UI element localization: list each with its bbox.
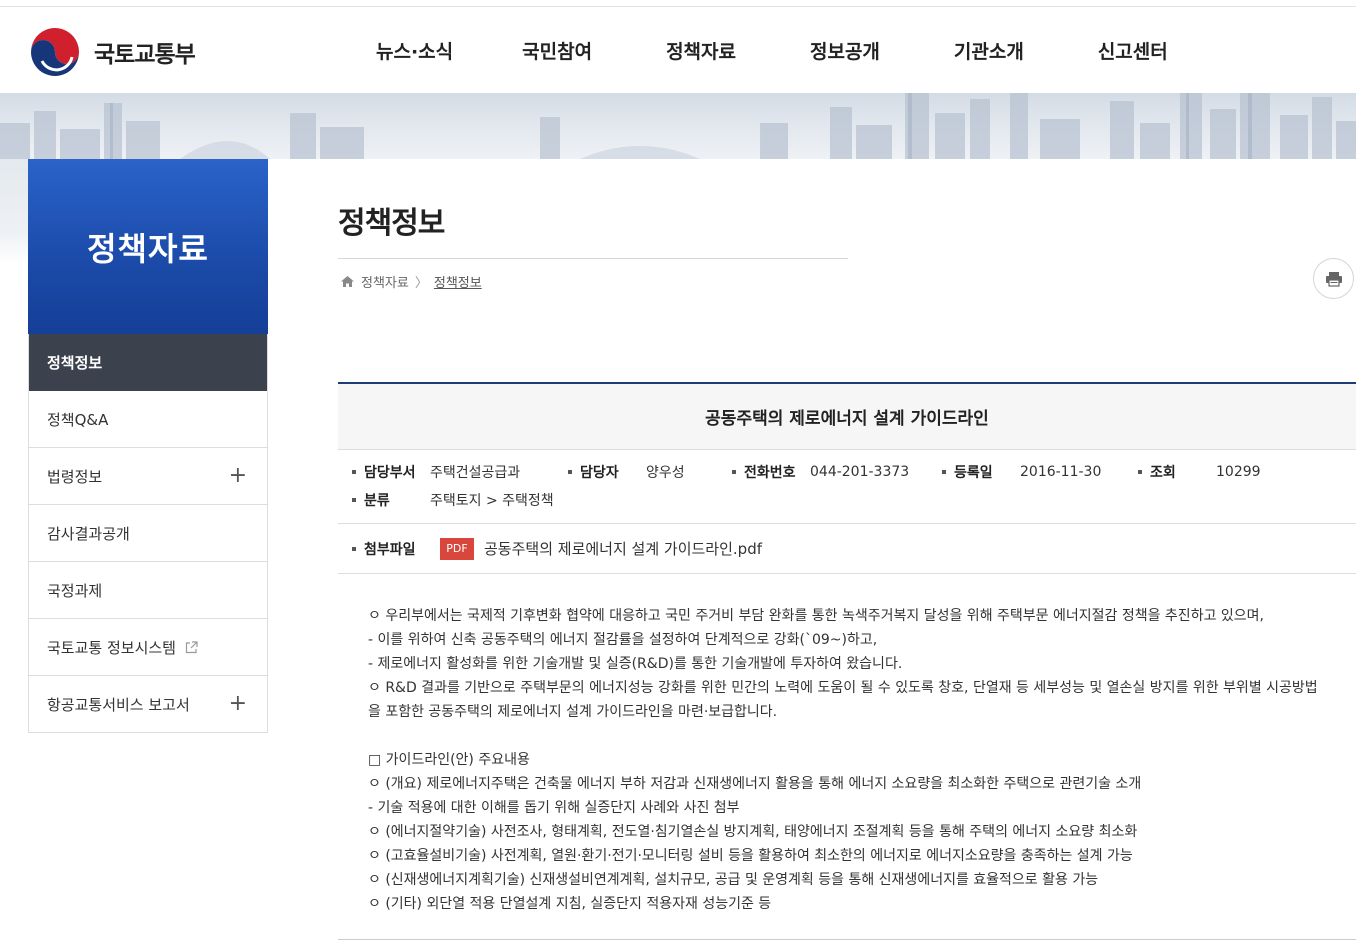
- sidebar-item-policy-info[interactable]: 정책정보: [29, 334, 267, 391]
- plus-icon[interactable]: +: [229, 693, 247, 715]
- pdf-icon: PDF: [440, 537, 474, 560]
- breadcrumb: 정책자료 〉 정책정보: [340, 272, 482, 291]
- sidebar-item-label: 감사결과공개: [47, 524, 130, 543]
- nav-policy[interactable]: 정책자료: [666, 37, 736, 64]
- body-paragraph: ㅇ (고효율설비기술) 사전계획, 열원·환기·전기·모니터링 설비 등을 활용…: [368, 848, 1133, 864]
- title-divider: [338, 258, 848, 259]
- nav-participation[interactable]: 국민참여: [522, 37, 592, 64]
- meta-views-label: 조회: [1150, 465, 1176, 481]
- meta-category-label: 분류: [364, 493, 390, 509]
- meta-row-2: 분류 주택토지 > 주택정책: [352, 486, 1356, 514]
- body-paragraph: ㅇ (신재생에너지계획기술) 신재생설비연계계획, 설치규모, 공급 및 운영계…: [368, 872, 1099, 888]
- sidebar-title-box: 정책자료: [28, 159, 268, 334]
- sidebar-item-label: 국정과제: [47, 581, 103, 600]
- nav-report[interactable]: 신고센터: [1098, 37, 1168, 64]
- meta-phone-value: 044-201-3373: [810, 464, 910, 480]
- meta-row-1: 담당부서 주택건설공급과 담당자 양우성 전화번호 044-201-3373 등…: [352, 458, 1356, 486]
- sidebar-menu: 정책정보 정책Q&A 법령정보 + 감사결과공개 국정과제 국토교통 정보시스템…: [28, 334, 268, 733]
- sidebar-item-national-tasks[interactable]: 국정과제: [29, 562, 267, 619]
- meta-phone: 전화번호 044-201-3373: [732, 462, 942, 482]
- board-bottom-line: [338, 939, 1356, 940]
- sidebar-item-aviation-report[interactable]: 항공교통서비스 보고서 +: [29, 676, 267, 733]
- meta-manager-value: 양우성: [646, 465, 685, 481]
- body-paragraph: ㅇ (에너지절약기술) 사전조사, 형태계획, 전도열·침기열손실 방지계획, …: [368, 824, 1138, 840]
- post-meta: 담당부서 주택건설공급과 담당자 양우성 전화번호 044-201-3373 등…: [338, 450, 1356, 524]
- meta-manager-label: 담당자: [580, 465, 619, 481]
- attachment-row: 첨부파일 PDF 공동주택의 제로에너지 설계 가이드라인.pdf: [338, 524, 1356, 574]
- banner-fade: [0, 159, 28, 264]
- sidebar-item-label: 항공교통서비스 보고서: [47, 695, 190, 714]
- body-paragraph: - 이를 위하여 신축 공동주택의 에너지 절감률을 설정하여 단계적으로 강화…: [368, 632, 878, 648]
- government-emblem-icon: [29, 26, 81, 78]
- sidebar-title: 정책자료: [87, 229, 209, 268]
- sidebar-item-label: 정책Q&A: [47, 410, 109, 429]
- sidebar-item-law-info[interactable]: 법령정보 +: [29, 448, 267, 505]
- body-paragraph: □ 가이드라인(안) 주요내용: [368, 752, 530, 768]
- post-body: ㅇ 우리부에서는 국제적 기후변화 협약에 대응하고 국민 주거비 부담 완화를…: [338, 574, 1356, 946]
- sidebar-item-info-system[interactable]: 국토교통 정보시스템: [29, 619, 267, 676]
- post-title: 공동주택의 제로에너지 설계 가이드라인: [338, 384, 1356, 450]
- attachment-label: 첨부파일: [364, 541, 416, 558]
- nav-disclosure[interactable]: 정보공개: [810, 37, 880, 64]
- meta-dept-label: 담당부서: [364, 465, 416, 481]
- attachment-link[interactable]: 공동주택의 제로에너지 설계 가이드라인.pdf: [484, 538, 762, 559]
- body-paragraph: - 기술 적용에 대한 이해를 돕기 위해 실증단지 사례와 사진 첨부: [368, 800, 740, 816]
- breadcrumb-current[interactable]: 정책정보: [434, 272, 482, 291]
- meta-dept: 담당부서 주택건설공급과: [352, 462, 568, 482]
- plus-icon[interactable]: +: [229, 465, 247, 487]
- meta-date-value: 2016-11-30: [1020, 464, 1102, 480]
- body-paragraph: - 제로에너지 활성화를 위한 기술개발 및 실증(R&D)를 통한 기술개발에…: [368, 656, 903, 672]
- meta-phone-label: 전화번호: [744, 465, 796, 481]
- sidebar-item-audit-results[interactable]: 감사결과공개: [29, 505, 267, 562]
- print-button[interactable]: [1313, 258, 1354, 299]
- meta-manager: 담당자 양우성: [568, 462, 732, 482]
- sidebar-item-label: 국토교통 정보시스템: [47, 638, 176, 657]
- skyline-image: [0, 93, 1356, 159]
- external-link-icon: [185, 640, 198, 653]
- home-icon[interactable]: [340, 275, 355, 288]
- meta-views: 조회 10299: [1138, 462, 1261, 482]
- nav-about[interactable]: 기관소개: [954, 37, 1024, 64]
- site-logo[interactable]: 국토교통부: [28, 25, 196, 79]
- body-paragraph: ㅇ 우리부에서는 국제적 기후변화 협약에 대응하고 국민 주거비 부담 완화를…: [368, 608, 1264, 624]
- sidebar-item-policy-qa[interactable]: 정책Q&A: [29, 391, 267, 448]
- print-icon: [1325, 271, 1342, 287]
- meta-category: 분류 주택토지 > 주택정책: [352, 490, 554, 510]
- meta-date-label: 등록일: [954, 465, 993, 481]
- meta-views-value: 10299: [1216, 464, 1261, 480]
- sidebar-item-label: 법령정보: [47, 467, 103, 486]
- body-paragraph: ㅇ R&D 결과를 기반으로 주택부문의 에너지성능 강화를 위한 민간의 노력…: [368, 680, 1318, 720]
- meta-date: 등록일 2016-11-30: [942, 462, 1138, 482]
- site-header: 국토교통부 뉴스·소식 국민참여 정책자료 정보공개 기관소개 신고센터: [0, 7, 1356, 93]
- breadcrumb-parent[interactable]: 정책자료: [361, 272, 409, 291]
- logo-text: 국토교통부: [94, 42, 196, 68]
- main-nav: 뉴스·소식 국민참여 정책자료 정보공개 기관소개 신고센터: [336, 37, 1168, 64]
- body-paragraph: ㅇ (개요) 제로에너지주택은 건축물 에너지 부하 저감과 신재생에너지 활용…: [368, 776, 1142, 792]
- page-title: 정책정보: [338, 206, 445, 241]
- meta-category-value: 주택토지 > 주택정책: [430, 493, 554, 509]
- post-view: 공동주택의 제로에너지 설계 가이드라인 담당부서 주택건설공급과 담당자 양우…: [338, 382, 1356, 946]
- nav-news[interactable]: 뉴스·소식: [376, 37, 453, 64]
- city-banner: [0, 93, 1356, 159]
- sidebar-item-label: 정책정보: [47, 353, 103, 372]
- body-paragraph: ㅇ (기타) 외단열 적용 단열설계 지침, 실증단지 적용자재 성능기준 등: [368, 896, 772, 912]
- breadcrumb-separator: 〉: [414, 276, 428, 291]
- meta-dept-value: 주택건설공급과: [430, 465, 521, 481]
